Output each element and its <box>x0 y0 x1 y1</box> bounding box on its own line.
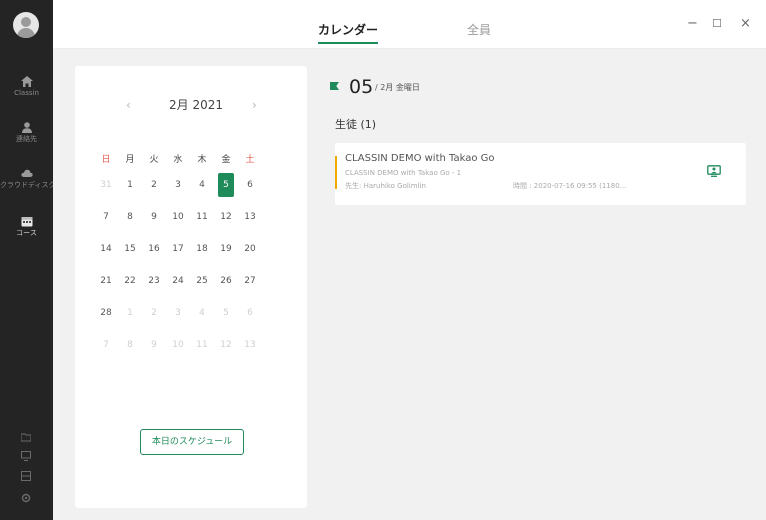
calendar-day[interactable]: 1 <box>121 176 139 194</box>
calendar-day[interactable]: 6 <box>241 176 259 194</box>
folder-icon[interactable] <box>21 432 31 442</box>
prev-month-button[interactable]: ‹ <box>126 98 131 112</box>
calendar-day[interactable]: 21 <box>97 272 115 290</box>
calendar-icon <box>21 217 32 227</box>
calendar-day[interactable]: 3 <box>169 304 187 322</box>
lesson-title: CLASSIN DEMO with Takao Go <box>345 153 495 164</box>
avatar[interactable] <box>13 12 39 38</box>
top-bar <box>53 0 766 49</box>
calendar-day[interactable]: 13 <box>241 208 259 226</box>
sidebar-item-label: 連絡先 <box>16 135 37 143</box>
sidebar-item-cloud[interactable]: クラウドディスク <box>0 168 53 202</box>
calendar-day[interactable]: 11 <box>193 208 211 226</box>
weekday-header: 日 <box>101 155 111 165</box>
tab-all[interactable]: 全員 <box>467 22 491 38</box>
weekday-header: 金 <box>221 155 231 165</box>
calendar-day[interactable]: 31 <box>97 176 115 194</box>
calendar-day[interactable]: 5 <box>217 304 235 322</box>
calendar-day[interactable]: 4 <box>193 176 211 194</box>
sidebar: Classin 連絡先 クラウドディスク コース <box>0 0 53 520</box>
sidebar-item-label: Classin <box>14 89 39 97</box>
active-tab-indicator <box>318 42 378 44</box>
calendar-day[interactable]: 24 <box>169 272 187 290</box>
calendar-day[interactable]: 2 <box>145 176 163 194</box>
weekday-header: 木 <box>197 155 207 165</box>
lesson-teacher: 先生: Haruhiko Golimlin <box>345 182 426 190</box>
calendar-day[interactable]: 7 <box>97 336 115 354</box>
today-schedule-button[interactable]: 本日のスケジュール <box>140 429 244 455</box>
calendar-day[interactable]: 6 <box>241 304 259 322</box>
grid-icon[interactable] <box>21 471 31 481</box>
calendar-day[interactable]: 10 <box>169 208 187 226</box>
lesson-time: 時間 : 2020-07-16 09:55 (1180... <box>513 182 627 190</box>
flag-icon <box>330 82 339 90</box>
lesson-subtitle: CLASSIN DEMO with Takao Go - 1 <box>345 169 462 177</box>
calendar-day[interactable]: 12 <box>217 208 235 226</box>
sidebar-item-courses[interactable]: コース <box>0 216 53 250</box>
calendar-day[interactable]: 8 <box>121 336 139 354</box>
calendar-day[interactable]: 16 <box>145 240 163 258</box>
maximize-button[interactable]: ☐ <box>712 17 722 31</box>
month-label: 2月 2021 <box>169 98 223 112</box>
home-icon <box>20 76 33 87</box>
calendar-day[interactable]: 9 <box>145 336 163 354</box>
calendar-day[interactable]: 3 <box>169 176 187 194</box>
calendar-day[interactable]: 17 <box>169 240 187 258</box>
close-button[interactable]: × <box>740 17 751 31</box>
weekday-header: 月 <box>125 155 135 165</box>
calendar-day[interactable]: 1 <box>121 304 139 322</box>
students-section-title: 生徒 (1) <box>335 118 377 131</box>
calendar-day[interactable]: 9 <box>145 208 163 226</box>
sidebar-item-contacts[interactable]: 連絡先 <box>0 122 53 156</box>
weekday-header: 火 <box>149 155 159 165</box>
calendar-day[interactable]: 2 <box>145 304 163 322</box>
weekday-header: 水 <box>173 155 183 165</box>
calendar-day-selected[interactable]: 5 <box>218 173 234 197</box>
calendar-day[interactable]: 25 <box>193 272 211 290</box>
sidebar-item-home[interactable]: Classin <box>0 76 53 110</box>
calendar-day[interactable]: 19 <box>217 240 235 258</box>
calendar-day[interactable]: 27 <box>241 272 259 290</box>
calendar-day[interactable]: 11 <box>193 336 211 354</box>
classroom-icon[interactable] <box>707 165 721 177</box>
calendar-day[interactable]: 18 <box>193 240 211 258</box>
calendar-day[interactable]: 14 <box>97 240 115 258</box>
monitor-icon[interactable] <box>21 451 31 461</box>
calendar-day[interactable]: 15 <box>121 240 139 258</box>
sidebar-item-label: コース <box>16 229 37 237</box>
tab-calendar[interactable]: カレンダー <box>318 22 378 38</box>
lesson-status-bar <box>335 156 337 189</box>
minimize-button[interactable]: − <box>687 17 698 31</box>
calendar-day[interactable]: 4 <box>193 304 211 322</box>
selected-day-number: 05 <box>349 76 374 98</box>
calendar-day[interactable]: 22 <box>121 272 139 290</box>
cloud-icon <box>20 169 33 177</box>
settings-icon[interactable] <box>21 493 31 503</box>
calendar-day[interactable]: 7 <box>97 208 115 226</box>
user-icon <box>21 122 32 133</box>
calendar-day[interactable]: 13 <box>241 336 259 354</box>
calendar-day[interactable]: 20 <box>241 240 259 258</box>
calendar-day[interactable]: 28 <box>97 304 115 322</box>
calendar-day[interactable]: 10 <box>169 336 187 354</box>
sidebar-item-label: クラウドディスク <box>0 181 53 189</box>
calendar-day[interactable]: 8 <box>121 208 139 226</box>
weekday-header: 土 <box>245 155 255 165</box>
selected-day-subtitle: / 2月 金曜日 <box>375 83 420 92</box>
calendar-day[interactable]: 23 <box>145 272 163 290</box>
lesson-card[interactable]: CLASSIN DEMO with Takao Go CLASSIN DEMO … <box>335 143 746 205</box>
next-month-button[interactable]: › <box>252 98 257 112</box>
calendar-day[interactable]: 12 <box>217 336 235 354</box>
calendar-day[interactable]: 26 <box>217 272 235 290</box>
